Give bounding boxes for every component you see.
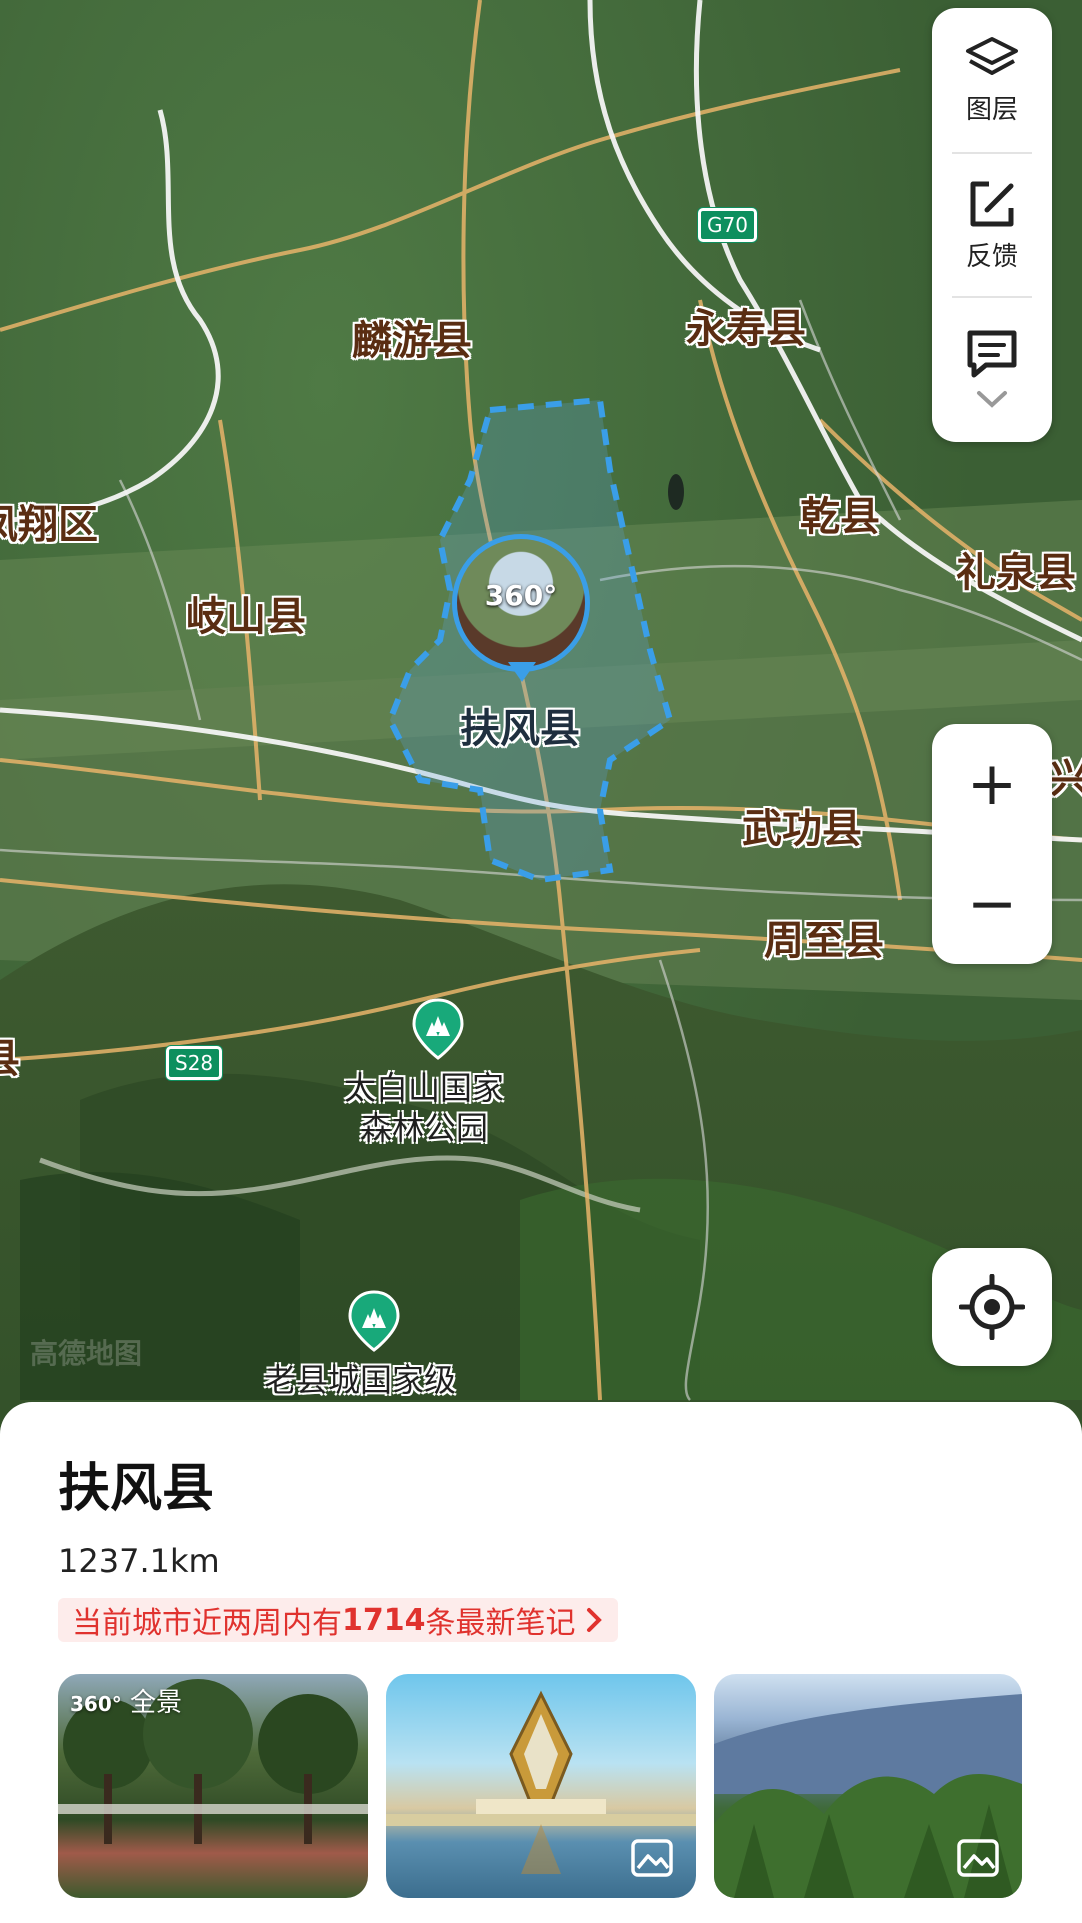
panorama-marker[interactable]: 360° (452, 534, 590, 684)
highway-shield-g70: G70 (698, 208, 757, 242)
poi-pin-taibaishan[interactable] (412, 998, 464, 1060)
feedback-label: 反馈 (965, 241, 1018, 272)
360-icon: 360° (70, 1692, 122, 1716)
image-icon (631, 1839, 673, 1877)
place-label-linyou[interactable]: 麟游县 (352, 308, 472, 366)
place-label-fengxiang[interactable]: 凤翔区 (0, 492, 98, 550)
poi-label-laoxiancheng[interactable]: 老县城国家级 (264, 1360, 456, 1400)
poi-pin-laoxiancheng[interactable] (348, 1290, 400, 1352)
locate-button[interactable] (932, 1248, 1052, 1366)
poi-label-line-1: 太白山国家 (344, 1069, 505, 1107)
highway-shield-s28: S28 (166, 1046, 223, 1080)
chevron-right-icon (586, 1608, 602, 1632)
place-label-xingping[interactable]: 兴平 (1050, 746, 1082, 804)
place-label-qishan[interactable]: 岐山县 (186, 584, 306, 642)
park-pin-icon (348, 1290, 400, 1352)
image-icon (957, 1839, 999, 1877)
zoom-control: + − (932, 724, 1052, 964)
photo-thumbnail-mountain[interactable] (714, 1674, 1022, 1898)
feedback-button[interactable]: 反馈 (932, 154, 1052, 296)
panorama-marker-icon: 360° (452, 534, 590, 672)
layers-icon (966, 36, 1018, 75)
edit-feedback-icon (970, 181, 1014, 226)
panorama-tag: 360° 全景 (70, 1682, 182, 1719)
place-title: 扶风县 (58, 1459, 215, 1519)
message-icon (967, 330, 1017, 378)
panorama-tag-label: 全景 (130, 1688, 183, 1718)
place-label-fufeng[interactable]: 扶风县 (460, 696, 580, 754)
place-label-zhouzhi[interactable]: 周至县 (764, 908, 884, 966)
panorama-badge: 360° (484, 579, 558, 612)
photo-thumbnail-panorama[interactable]: 360° 全景 (58, 1674, 368, 1898)
place-label-wugong[interactable]: 武功县 (742, 796, 862, 854)
chevron-down-icon (977, 391, 1007, 408)
layers-label: 图层 (965, 94, 1018, 125)
zoom-in-button[interactable]: + (932, 724, 1052, 844)
poi-label-taibaishan[interactable]: 太白山国家 森林公园 (344, 1068, 504, 1148)
layers-button[interactable]: 图层 (932, 8, 1052, 152)
notes-suffix: 条最新笔记 (425, 1606, 576, 1641)
zoom-out-button[interactable]: − (932, 844, 1052, 964)
map-toolbar: 图层 反馈 (932, 8, 1052, 442)
more-button[interactable] (932, 298, 1052, 438)
notes-prefix: 当前城市近两周内有 (72, 1606, 342, 1641)
map-watermark: 高德地图 (30, 1337, 143, 1370)
place-detail-panel: 扶风县 1237.1km 当前城市近两周内有 1714 条最新笔记 360° 全景 (0, 1402, 1082, 1923)
distance-text: 1237.1km (58, 1542, 220, 1580)
place-label-liquan[interactable]: 礼泉县 (956, 540, 1076, 598)
photo-thumbnail-temple[interactable] (386, 1674, 696, 1898)
notes-banner[interactable]: 当前城市近两周内有 1714 条最新笔记 (58, 1598, 618, 1642)
park-pin-icon (412, 998, 464, 1060)
place-label-qianxian[interactable]: 乾县 (800, 484, 880, 542)
place-label-edge[interactable]: 县 (0, 1026, 20, 1084)
notes-count: 1714 (342, 1602, 426, 1638)
marker-pointer-icon (508, 662, 536, 682)
poi-label-line-2: 森林公园 (360, 1109, 489, 1147)
place-label-yongshou[interactable]: 永寿县 (686, 296, 806, 354)
locate-icon (959, 1274, 1025, 1340)
